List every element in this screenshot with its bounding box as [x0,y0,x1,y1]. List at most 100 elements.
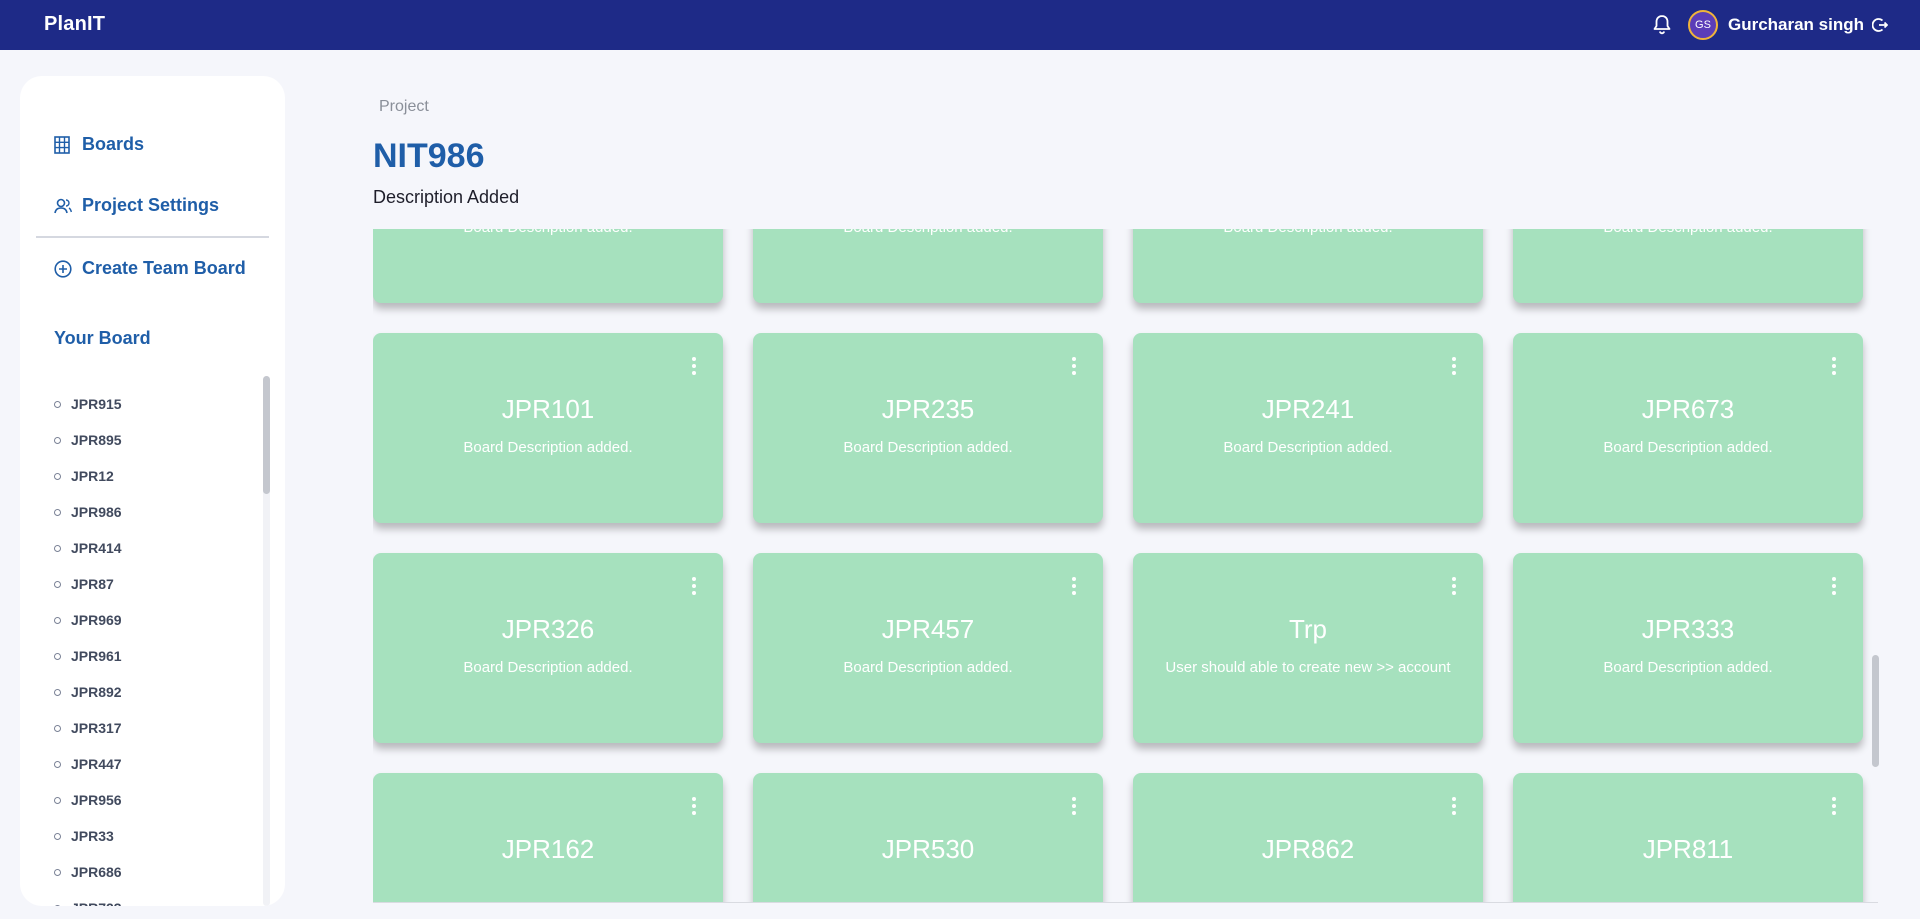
sidebar: Boards Project Settings Create Team Boar… [20,76,285,906]
more-vertical-icon[interactable] [1451,797,1457,819]
sidebar-board-item[interactable]: JPR414 [54,530,122,566]
sidebar-board-item[interactable]: JPR986 [54,494,122,530]
sidebar-scrollbar[interactable] [263,376,270,906]
users-icon [54,197,72,215]
project-description: Description Added [373,187,520,207]
board-card-description: Board Description added. [1513,229,1863,236]
sidebar-scrollbar-thumb[interactable] [263,376,270,494]
board-card[interactable]: JPR162 [373,773,723,903]
sidebar-item-project-settings[interactable]: Project Settings [54,195,219,216]
board-card-description: Board Description added. [843,439,1013,456]
board-card-description: Board Description added. [1223,439,1393,456]
board-card-title: JPR101 [501,394,595,424]
sidebar-board-label: JPR956 [71,792,122,808]
more-vertical-icon[interactable] [691,357,697,379]
board-card[interactable]: JPR530 [753,773,1103,903]
sidebar-board-item[interactable]: JPR87 [54,566,122,602]
bullet-icon [54,832,61,840]
sidebar-divider [36,236,269,238]
board-card[interactable]: JPR333 Board Description added. [1513,553,1863,743]
board-card[interactable]: JPR403Board Description added. [1513,229,1863,303]
logout-icon[interactable] [1872,16,1890,34]
sidebar-board-item[interactable]: JPR12 [54,458,122,494]
board-card[interactable]: JPR862 [1133,773,1483,903]
more-vertical-icon[interactable] [1451,577,1457,599]
more-vertical-icon[interactable] [1071,357,1077,379]
sidebar-board-item[interactable]: JPR892 [54,674,122,710]
bullet-icon [54,796,61,804]
sidebar-board-item[interactable]: JPR969 [54,602,122,638]
board-card-title: JPR333 [1641,614,1735,644]
board-card[interactable]: JPR101 Board Description added. [373,333,723,523]
top-navbar: PlanIT GS Gurcharan singh [0,0,1920,50]
sidebar-board-item[interactable]: JPR915 [54,386,122,422]
bullet-icon [54,508,61,516]
sidebar-item-boards[interactable]: Boards [54,134,144,155]
sidebar-board-item[interactable]: JPR447 [54,746,122,782]
more-vertical-icon[interactable] [1831,797,1837,819]
board-card-title: Trp [1288,614,1328,644]
sidebar-board-item[interactable]: JPR956 [54,782,122,818]
main-scrollbar-thumb[interactable] [1872,655,1879,767]
more-vertical-icon[interactable] [1071,577,1077,599]
board-card[interactable]: JPR673 Board Description added. [1513,333,1863,523]
board-card[interactable]: JPR748Board Description added. [1133,229,1483,303]
sidebar-board-label: JPR915 [71,396,122,412]
grid-icon [54,135,72,154]
board-card-title: JPR326 [501,614,595,644]
sidebar-board-item[interactable]: JPR961 [54,638,122,674]
board-card-title: JPR457 [881,614,975,644]
board-card-description: Board Description added. [843,659,1013,676]
main-scrollbar[interactable] [1872,229,1879,903]
board-card-description: Board Description added. [1603,659,1773,676]
sidebar-board-label: JPR12 [71,468,114,484]
avatar[interactable]: GS [1687,10,1718,40]
board-card[interactable]: JPR235 Board Description added. [753,333,1103,523]
board-card[interactable]: JPR241 Board Description added. [1133,333,1483,523]
more-vertical-icon[interactable] [691,797,697,819]
sidebar-item-create-team-board[interactable]: Create Team Board [54,258,246,279]
bullet-icon [54,868,61,876]
board-card[interactable]: JPR457 Board Description added. [753,553,1103,743]
bell-icon[interactable] [1652,14,1674,36]
bullet-icon [54,688,61,696]
sidebar-board-label: JPR723 [71,900,122,906]
sidebar-board-item[interactable]: JPR317 [54,710,122,746]
board-list: JPR915 JPR895 JPR12 JPR986 JPR414 JPR87 JPR969… [54,386,122,906]
board-card[interactable]: JPR326 Board Description added. [373,553,723,743]
bullet-icon [54,616,61,624]
bullet-icon [54,472,61,480]
more-vertical-icon[interactable] [1831,357,1837,379]
sidebar-board-item[interactable]: JPR895 [54,422,122,458]
board-card[interactable]: JPR288Board Description added. [373,229,723,303]
more-vertical-icon[interactable] [1451,357,1457,379]
bullet-icon [54,400,61,408]
sidebar-item-label: Project Settings [82,195,220,215]
bullet-icon [54,544,61,552]
breadcrumb[interactable]: Project [379,98,429,116]
sidebar-board-item[interactable]: JPR686 [54,854,122,890]
board-card[interactable]: JPR811 [1513,773,1863,903]
sidebar-item-label: Create Team Board [82,258,246,278]
sidebar-board-item[interactable]: JPR33 [54,818,122,854]
sidebar-board-label: JPR961 [71,648,122,664]
plus-circle-icon [54,259,72,278]
sidebar-board-label: JPR986 [71,504,122,520]
more-vertical-icon[interactable] [1071,797,1077,819]
user-area: GS Gurcharan singh [1652,0,1890,50]
sidebar-board-label: JPR414 [71,540,122,556]
sidebar-board-item[interactable]: JPR723 [54,890,122,906]
board-card-description: User should able to create new >> accoun… [1165,659,1451,676]
board-card-title: JPR811 [1642,834,1734,864]
more-vertical-icon[interactable] [691,577,697,599]
app-logo[interactable]: PlanIT [44,13,105,36]
board-card[interactable]: JPR255Board Description added. [753,229,1103,303]
sidebar-board-label: JPR892 [71,684,122,700]
user-name[interactable]: Gurcharan singh [1728,15,1864,35]
sidebar-board-label: JPR969 [71,612,122,628]
board-card[interactable]: Trp User should able to create new >> acc… [1133,553,1483,743]
sidebar-board-label: JPR33 [71,828,114,844]
bullet-icon [54,724,61,732]
more-vertical-icon[interactable] [1831,577,1837,599]
divider [373,902,1878,903]
